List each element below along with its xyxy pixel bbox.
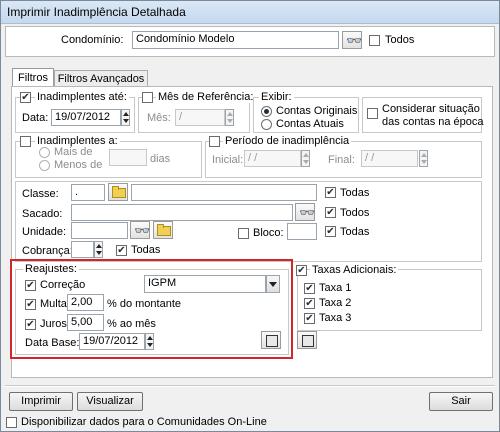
- tab-filtros-avancados[interactable]: Filtros Avançados: [54, 70, 148, 87]
- bloco-label: Bloco:: [253, 227, 284, 239]
- dias-label: dias: [150, 153, 171, 165]
- unidade-folder-button[interactable]: [153, 221, 173, 239]
- taxas-checkbox[interactable]: [296, 265, 307, 276]
- highlight-box: [10, 259, 293, 359]
- sair-label: Sair: [451, 395, 471, 407]
- cobranca-label: Cobrança:: [22, 245, 73, 257]
- tab-filtros-avancados-label: Filtros Avançados: [57, 73, 145, 85]
- sacado-todos-checkbox[interactable]: [325, 207, 336, 218]
- unidade-todas-label: Todas: [340, 226, 370, 238]
- exibir-atuais-label: Contas Atuais: [276, 118, 344, 130]
- mes-referencia-checkbox[interactable]: [142, 92, 153, 103]
- divider: [5, 385, 495, 387]
- exibir-atuais-radio[interactable]: [261, 119, 272, 130]
- table-icon: [302, 335, 314, 347]
- window-title: Imprimir Inadimplência Detalhada: [7, 5, 186, 19]
- final-label: Final:: [328, 154, 355, 166]
- cobranca-todas-checkbox[interactable]: [116, 245, 127, 256]
- binoculars-icon: 👓: [299, 205, 316, 220]
- considerar-checkbox[interactable]: [367, 108, 378, 119]
- inadimplentes-ate-checkbox[interactable]: [20, 92, 31, 103]
- sair-button[interactable]: Sair: [429, 392, 493, 411]
- mais-de-label: Mais de: [54, 146, 93, 158]
- classe-name-input[interactable]: [131, 184, 317, 201]
- classe-folder-button[interactable]: [108, 183, 128, 201]
- taxa-3-checkbox[interactable]: [304, 313, 315, 324]
- tab-filtros-label: Filtros: [18, 72, 48, 84]
- tab-filtros[interactable]: Filtros: [12, 68, 54, 87]
- cobranca-spinner[interactable]: [94, 241, 103, 258]
- considerar-label-2: das contas na época: [382, 116, 484, 128]
- periodo-label: Período de inadimplência: [223, 135, 352, 147]
- binoculars-icon: 👓: [346, 33, 363, 48]
- taxas-label: Taxas Adicionais:: [310, 264, 399, 276]
- imprimir-button[interactable]: Imprimir: [9, 392, 73, 411]
- mes-referencia-label: Mês de Referência:: [156, 91, 256, 103]
- data-input[interactable]: 19/07/2012: [51, 109, 121, 126]
- condominio-label: Condomínio:: [61, 34, 124, 46]
- exibir-originais-radio[interactable]: [261, 106, 272, 117]
- taxa-1-label: Taxa 1: [319, 282, 352, 294]
- inadimplentes-a-checkbox[interactable]: [20, 136, 31, 147]
- search-unidade-button[interactable]: 👓: [130, 221, 150, 239]
- sacado-label: Sacado:: [22, 208, 63, 220]
- disponibilizar-label: Disponibilizar dados para o Comunidades …: [21, 416, 267, 428]
- taxa-1-checkbox[interactable]: [304, 283, 315, 294]
- menos-de-label: Menos de: [54, 159, 103, 171]
- exibir-originais-label: Contas Originais: [276, 105, 358, 117]
- classe-code-input[interactable]: .: [71, 184, 105, 201]
- window: Imprimir Inadimplência Detalhada Condomí…: [0, 0, 500, 432]
- unidade-todas-checkbox[interactable]: [325, 226, 336, 237]
- search-sacado-button[interactable]: 👓: [295, 203, 315, 221]
- imprimir-label: Imprimir: [21, 395, 61, 407]
- disponibilizar-checkbox[interactable]: [6, 417, 17, 428]
- binoculars-icon: 👓: [134, 223, 151, 238]
- sacado-input[interactable]: [71, 204, 293, 221]
- exibir-label: Exibir:: [259, 91, 294, 103]
- taxa-3-label: Taxa 3: [319, 312, 352, 324]
- inicial-input[interactable]: / /: [244, 150, 301, 167]
- search-condominio-button[interactable]: 👓: [342, 31, 362, 49]
- visualizar-button[interactable]: Visualizar: [77, 392, 143, 411]
- data-label: Data:: [22, 112, 49, 124]
- final-input[interactable]: / /: [361, 150, 418, 167]
- periodo-checkbox[interactable]: [209, 136, 220, 147]
- bloco-checkbox[interactable]: [238, 228, 249, 239]
- dias-input[interactable]: [109, 149, 147, 166]
- inicial-label: Inicial:: [212, 154, 244, 166]
- inadimplentes-ate-label: Inadimplentes até:: [35, 91, 129, 103]
- classe-todas-checkbox[interactable]: [325, 187, 336, 198]
- folder-icon: [157, 224, 171, 236]
- taxas-config-button[interactable]: [297, 331, 317, 349]
- bloco-input[interactable]: [287, 223, 317, 240]
- menos-de-radio[interactable]: [39, 160, 50, 171]
- visualizar-label: Visualizar: [86, 395, 134, 407]
- title-bar: Imprimir Inadimplência Detalhada: [1, 1, 499, 24]
- taxa-2-checkbox[interactable]: [304, 298, 315, 309]
- condominio-todos-checkbox[interactable]: [369, 35, 380, 46]
- inicial-spinner[interactable]: [301, 150, 310, 167]
- taxa-2-label: Taxa 2: [319, 297, 352, 309]
- unidade-label: Unidade:: [22, 226, 67, 238]
- data-spinner[interactable]: [121, 109, 130, 126]
- condominio-todos-label: Todos: [385, 34, 415, 46]
- mais-de-radio[interactable]: [39, 147, 50, 158]
- sacado-todos-label: Todos: [340, 207, 370, 219]
- cobranca-todas-label: Todas: [131, 244, 161, 256]
- final-spinner[interactable]: [419, 150, 428, 167]
- unidade-input[interactable]: [71, 222, 128, 239]
- mes-input[interactable]: /: [175, 109, 225, 126]
- cobranca-input[interactable]: [71, 241, 94, 258]
- considerar-label-1: Considerar situação: [382, 103, 480, 115]
- classe-label: Classe:: [22, 188, 59, 200]
- folder-icon: [112, 186, 126, 198]
- mes-spinner[interactable]: [225, 109, 234, 126]
- condominio-input[interactable]: Condomínio Modelo: [132, 31, 339, 49]
- mes-label: Mês:: [147, 112, 171, 124]
- classe-todas-label: Todas: [340, 187, 370, 199]
